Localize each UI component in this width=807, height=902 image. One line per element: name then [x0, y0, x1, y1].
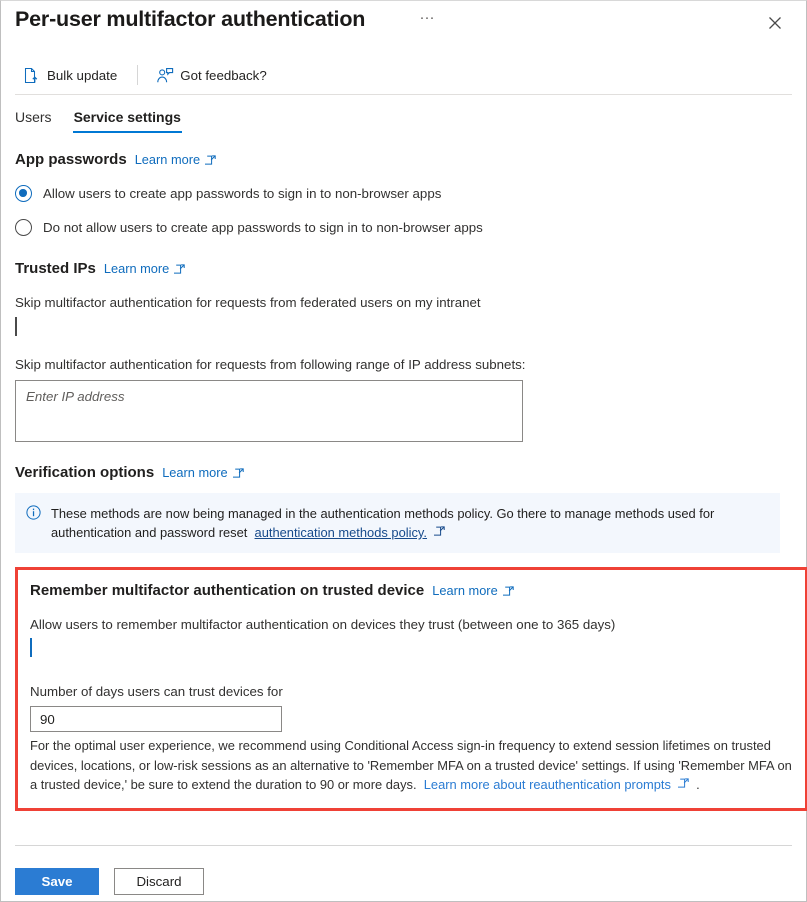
days-to-trust-input[interactable]: [30, 706, 282, 732]
command-bar: Bulk update Got feedback?: [1, 56, 806, 95]
external-link-icon: [203, 154, 216, 165]
learn-more-label: Learn more: [103, 261, 170, 276]
learn-more-label: Learn more: [134, 152, 201, 167]
footer-divider: [15, 845, 792, 846]
app-passwords-title: App passwords: [15, 151, 127, 168]
settings-content: App passwords Learn more Allow users to …: [1, 151, 807, 811]
radio-deny-app-passwords-label: Do not allow users to create app passwor…: [43, 220, 483, 235]
remember-mfa-allow-label: Allow users to remember multifactor auth…: [30, 617, 616, 632]
trusted-ips-title: Trusted IPs: [15, 260, 96, 277]
authentication-methods-policy-link[interactable]: authentication methods policy.: [255, 525, 427, 540]
tab-list: Users Service settings: [1, 94, 806, 134]
verification-options-title: Verification options: [15, 464, 155, 481]
external-link-icon: [230, 467, 244, 478]
info-banner-text: These methods are now being managed in t…: [51, 504, 768, 542]
verification-options-header: Verification options Learn more: [15, 464, 792, 481]
ip-subnets-label: Skip multifactor authentication for requ…: [15, 357, 526, 372]
learn-more-label: Learn more: [162, 465, 228, 480]
remember-mfa-learn-more-link[interactable]: Learn more: [432, 583, 514, 598]
command-bar-underline: [15, 94, 792, 95]
remember-mfa-title: Remember multifactor authentication on t…: [30, 582, 425, 599]
external-link-icon: [172, 263, 186, 274]
tab-users[interactable]: Users: [15, 109, 52, 134]
note-period: .: [696, 777, 700, 792]
close-icon[interactable]: [764, 12, 786, 34]
bulk-update-label: Bulk update: [47, 67, 118, 83]
got-feedback-label: Got feedback?: [180, 67, 267, 83]
app-passwords-header: App passwords Learn more: [15, 151, 792, 168]
info-icon: [26, 505, 41, 542]
learn-more-label: Learn more: [432, 583, 498, 598]
app-passwords-learn-more-link[interactable]: Learn more: [135, 152, 216, 167]
page-title: Per-user multifactor authentication: [15, 7, 366, 31]
external-link-icon: [675, 775, 689, 788]
ip-address-input[interactable]: [15, 380, 523, 442]
person-feedback-icon: [156, 67, 174, 84]
remember-mfa-note: For the optimal user experience, we reco…: [30, 736, 792, 795]
checkbox-skip-mfa-federated[interactable]: [15, 317, 17, 336]
verification-options-info-banner: These methods are now being managed in t…: [15, 493, 780, 553]
external-link-icon: [500, 585, 514, 596]
tab-service-settings[interactable]: Service settings: [72, 109, 183, 134]
verification-options-learn-more-link[interactable]: Learn more: [162, 465, 244, 480]
blade-panel: Per-user multifactor authentication ··· …: [0, 0, 807, 902]
external-link-icon: [431, 523, 445, 536]
reauthentication-prompts-link[interactable]: Learn more about reauthentication prompt…: [424, 777, 671, 792]
federated-users-label: Skip multifactor authentication for requ…: [15, 295, 481, 310]
trusted-ips-learn-more-link[interactable]: Learn more: [103, 261, 186, 276]
app-password-option-allow[interactable]: Allow users to create app passwords to s…: [15, 185, 792, 202]
remember-mfa-days-label: Number of days users can trust devices f…: [30, 684, 283, 699]
got-feedback-button[interactable]: Got feedback?: [148, 62, 277, 89]
radio-allow-app-passwords-label: Allow users to create app passwords to s…: [43, 186, 442, 201]
checkbox-allow-remember-mfa[interactable]: [30, 638, 47, 657]
bulk-update-button[interactable]: Bulk update: [15, 62, 127, 89]
trusted-ips-header: Trusted IPs Learn more: [15, 260, 792, 277]
footer-actions: Save Discard: [15, 868, 204, 895]
save-button[interactable]: Save: [15, 868, 99, 895]
discard-button[interactable]: Discard: [114, 868, 204, 895]
radio-deny-app-passwords[interactable]: [15, 219, 32, 236]
document-upload-icon: [23, 67, 40, 84]
remember-mfa-header: Remember multifactor authentication on t…: [30, 582, 793, 599]
app-password-option-deny[interactable]: Do not allow users to create app passwor…: [15, 219, 792, 236]
command-bar-divider: [137, 65, 139, 85]
blade-titlebar: Per-user multifactor authentication ···: [1, 1, 806, 48]
more-options-icon[interactable]: ···: [416, 10, 438, 33]
remember-mfa-section: Remember multifactor authentication on t…: [15, 567, 807, 811]
radio-allow-app-passwords[interactable]: [15, 185, 32, 202]
